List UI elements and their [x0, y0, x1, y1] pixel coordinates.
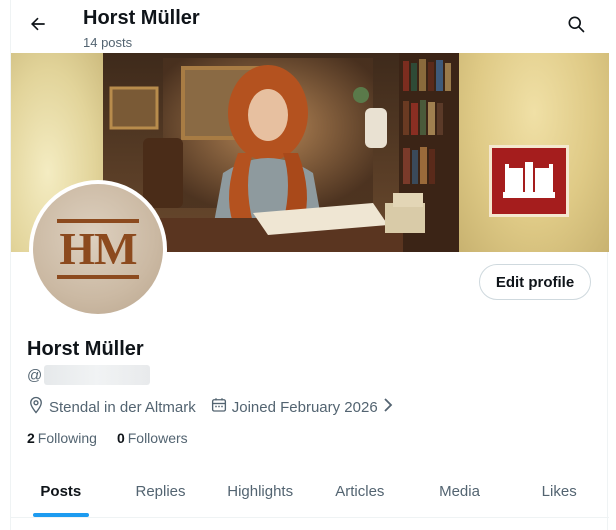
avatar[interactable]: HM	[29, 180, 167, 318]
profile-page: Horst Müller 14 posts HM Edit profile Ho…	[10, 0, 609, 530]
monogram-rule-bottom	[57, 275, 139, 279]
tab-label: Likes	[541, 483, 577, 500]
calendar-icon	[210, 396, 232, 418]
following-link[interactable]: 2 Following	[27, 430, 97, 446]
tab-label: Articles	[335, 483, 385, 500]
tab-articles[interactable]: Articles	[310, 466, 410, 517]
header-title: Horst Müller	[83, 7, 200, 29]
book-icon	[489, 145, 569, 217]
profile-name: Horst Müller	[27, 338, 144, 360]
avatar-monogram: HM	[59, 223, 137, 274]
tab-replies[interactable]: Replies	[111, 466, 211, 517]
followers-label: Followers	[127, 430, 188, 446]
top-bar: Horst Müller 14 posts	[11, 0, 609, 53]
tab-media[interactable]: Media	[410, 466, 510, 517]
location-text: Stendal in der Altmark	[49, 398, 196, 416]
tab-label: Highlights	[227, 483, 294, 500]
following-label: Following	[37, 430, 97, 446]
tab-label: Replies	[135, 483, 186, 500]
follow-stats: 2 Following 0 Followers	[27, 430, 208, 446]
chevron-right-icon	[382, 398, 398, 416]
followers-link[interactable]: 0 Followers	[117, 430, 188, 446]
handle-redacted	[44, 365, 151, 385]
location-pin-icon	[27, 396, 49, 418]
following-count: 2	[27, 430, 35, 446]
location: Stendal in der Altmark	[27, 396, 196, 418]
arrow-left-icon	[28, 14, 48, 39]
search-button[interactable]	[563, 13, 589, 39]
joined-date[interactable]: Joined February 2026	[210, 396, 398, 418]
edit-profile-button[interactable]: Edit profile	[479, 264, 591, 300]
tab-likes[interactable]: Likes	[509, 466, 609, 517]
followers-count: 0	[116, 430, 125, 446]
profile-handle: @	[27, 365, 151, 385]
avatar-monogram-badge: HM	[33, 184, 163, 314]
tab-posts[interactable]: Posts	[11, 466, 111, 517]
tab-highlights[interactable]: Highlights	[210, 466, 310, 517]
tab-label: Media	[439, 483, 480, 500]
profile-meta: Stendal in der Altmark Joined February 2…	[27, 396, 412, 418]
handle-prefix: @	[27, 366, 43, 384]
tab-label: Posts	[40, 483, 82, 500]
joined-text: Joined February 2026	[231, 398, 378, 416]
posts-count: 14 posts	[83, 35, 133, 50]
profile-tabs: Posts Replies Highlights Articles Media …	[11, 466, 609, 518]
active-tab-indicator	[32, 513, 89, 517]
search-icon	[566, 14, 586, 39]
back-button[interactable]	[23, 11, 53, 41]
